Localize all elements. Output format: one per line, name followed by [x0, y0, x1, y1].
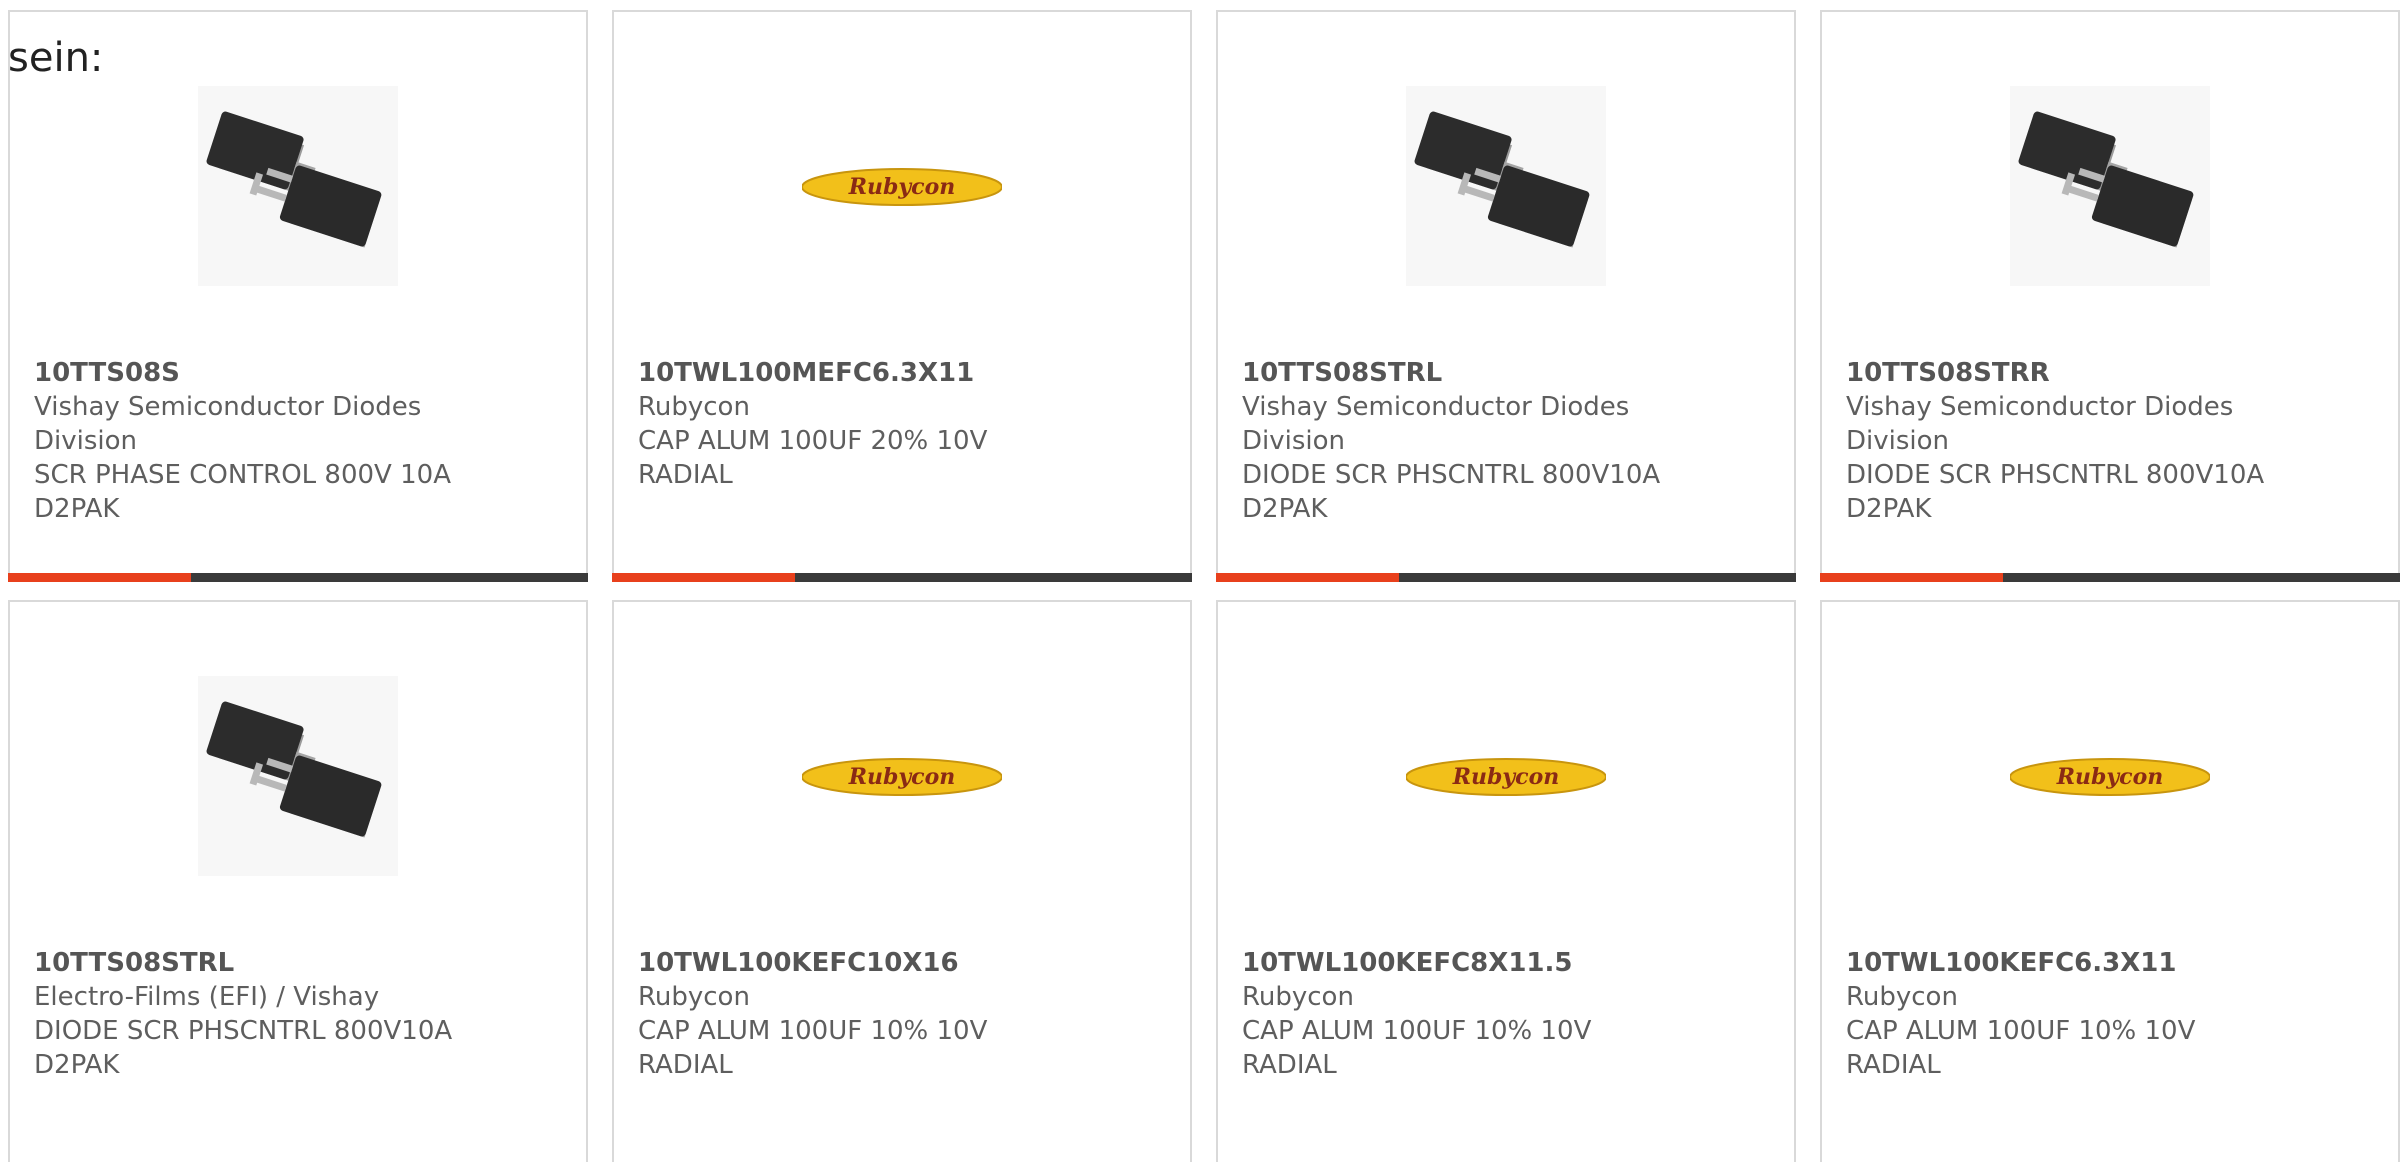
- product-info: 10TWL100KEFC6.3X11 Rubycon CAP ALUM 100U…: [1846, 946, 2366, 1082]
- logo-text: Rubycon: [848, 764, 956, 790]
- logo-text: Rubycon: [2056, 764, 2164, 790]
- rubycon-logo: Rubycon: [1406, 758, 1606, 796]
- product-info: 10TTS08STRL Electro-Films (EFI) / Vishay…: [34, 946, 554, 1082]
- description-text: RADIAL: [638, 1050, 733, 1080]
- part-number-link[interactable]: 10TTS08STRR: [1846, 356, 2366, 390]
- description-text: CAP ALUM 100UF 10% 10V: [1242, 1016, 1592, 1046]
- product-card[interactable]: 10TTS08STRR Vishay Semiconductor Diodes …: [1820, 10, 2400, 582]
- d2pak-package-icon: [198, 86, 398, 286]
- card-footer-bar: [1820, 573, 2400, 582]
- logo-text: Rubycon: [848, 174, 956, 200]
- card-footer-bar: [1216, 573, 1796, 582]
- product-card[interactable]: 10TTS08S Vishay Semiconductor Diodes Div…: [8, 10, 588, 582]
- description-text: RADIAL: [638, 460, 733, 490]
- product-card[interactable]: Rubycon 10TWL100KEFC6.3X11 Rubycon CAP A…: [1820, 600, 2400, 1162]
- logo-text: Rubycon: [1452, 764, 1560, 790]
- description-text: RADIAL: [1846, 1050, 1941, 1080]
- description-text: DIODE SCR PHSCNTRL 800V10A: [34, 1016, 453, 1046]
- product-info: 10TTS08STRL Vishay Semiconductor Diodes …: [1242, 356, 1762, 526]
- intro-text: sein:: [8, 35, 104, 81]
- product-card[interactable]: 10TTS08STRL Electro-Films (EFI) / Vishay…: [8, 600, 588, 1162]
- description-text: CAP ALUM 100UF 20% 10V: [638, 426, 988, 456]
- part-number-link[interactable]: 10TWL100KEFC10X16: [638, 946, 1158, 980]
- product-card[interactable]: Rubycon 10TWL100KEFC10X16 Rubycon CAP AL…: [612, 600, 1192, 1162]
- description-text: D2PAK: [1846, 494, 1932, 524]
- product-info: 10TTS08S Vishay Semiconductor Diodes Div…: [34, 356, 554, 526]
- description-text: DIODE SCR PHSCNTRL 800V10A: [1846, 460, 2265, 490]
- manufacturer-text: Vishay Semiconductor Diodes: [1846, 392, 2234, 422]
- manufacturer-text: Rubycon: [1242, 982, 1354, 1012]
- manufacturer-text: Vishay Semiconductor Diodes: [1242, 392, 1630, 422]
- manufacturer-text: Vishay Semiconductor Diodes: [34, 392, 422, 422]
- manufacturer-text: Division: [34, 426, 138, 456]
- description-text: SCR PHASE CONTROL 800V 10A: [34, 460, 451, 490]
- part-number-link[interactable]: 10TTS08S: [34, 356, 554, 390]
- d2pak-package-icon: [2010, 86, 2210, 286]
- manufacturer-text: Electro-Films (EFI) / Vishay: [34, 982, 380, 1012]
- part-number-link[interactable]: 10TWL100MEFC6.3X11: [638, 356, 1158, 390]
- description-text: CAP ALUM 100UF 10% 10V: [1846, 1016, 2196, 1046]
- card-accent-bar: [1820, 573, 2003, 582]
- card-footer-bar: [8, 573, 588, 582]
- card-accent-bar: [1216, 573, 1399, 582]
- part-number-link[interactable]: 10TWL100KEFC6.3X11: [1846, 946, 2366, 980]
- description-text: CAP ALUM 100UF 10% 10V: [638, 1016, 988, 1046]
- d2pak-package-icon: [198, 676, 398, 876]
- d2pak-package-icon: [1406, 86, 1606, 286]
- product-info: 10TWL100KEFC10X16 Rubycon CAP ALUM 100UF…: [638, 946, 1158, 1082]
- rubycon-logo: Rubycon: [802, 758, 1002, 796]
- product-info: 10TTS08STRR Vishay Semiconductor Diodes …: [1846, 356, 2366, 526]
- description-text: D2PAK: [34, 1050, 120, 1080]
- card-accent-bar: [612, 573, 795, 582]
- part-number-link[interactable]: 10TWL100KEFC8X11.5: [1242, 946, 1762, 980]
- description-text: DIODE SCR PHSCNTRL 800V10A: [1242, 460, 1661, 490]
- product-info: 10TWL100KEFC8X11.5 Rubycon CAP ALUM 100U…: [1242, 946, 1762, 1082]
- manufacturer-text: Rubycon: [638, 982, 750, 1012]
- product-card[interactable]: Rubycon 10TWL100KEFC8X11.5 Rubycon CAP A…: [1216, 600, 1796, 1162]
- rubycon-logo: Rubycon: [802, 168, 1002, 206]
- description-text: D2PAK: [34, 494, 120, 524]
- product-card[interactable]: Rubycon 10TWL100MEFC6.3X11 Rubycon CAP A…: [612, 10, 1192, 582]
- part-number-link[interactable]: 10TTS08STRL: [34, 946, 554, 980]
- rubycon-logo: Rubycon: [2010, 758, 2210, 796]
- product-info: 10TWL100MEFC6.3X11 Rubycon CAP ALUM 100U…: [638, 356, 1158, 492]
- product-card[interactable]: 10TTS08STRL Vishay Semiconductor Diodes …: [1216, 10, 1796, 582]
- card-accent-bar: [8, 573, 191, 582]
- manufacturer-text: Division: [1242, 426, 1346, 456]
- card-footer-bar: [612, 573, 1192, 582]
- manufacturer-text: Rubycon: [638, 392, 750, 422]
- description-text: D2PAK: [1242, 494, 1328, 524]
- manufacturer-text: Division: [1846, 426, 1950, 456]
- part-number-link[interactable]: 10TTS08STRL: [1242, 356, 1762, 390]
- description-text: RADIAL: [1242, 1050, 1337, 1080]
- manufacturer-text: Rubycon: [1846, 982, 1958, 1012]
